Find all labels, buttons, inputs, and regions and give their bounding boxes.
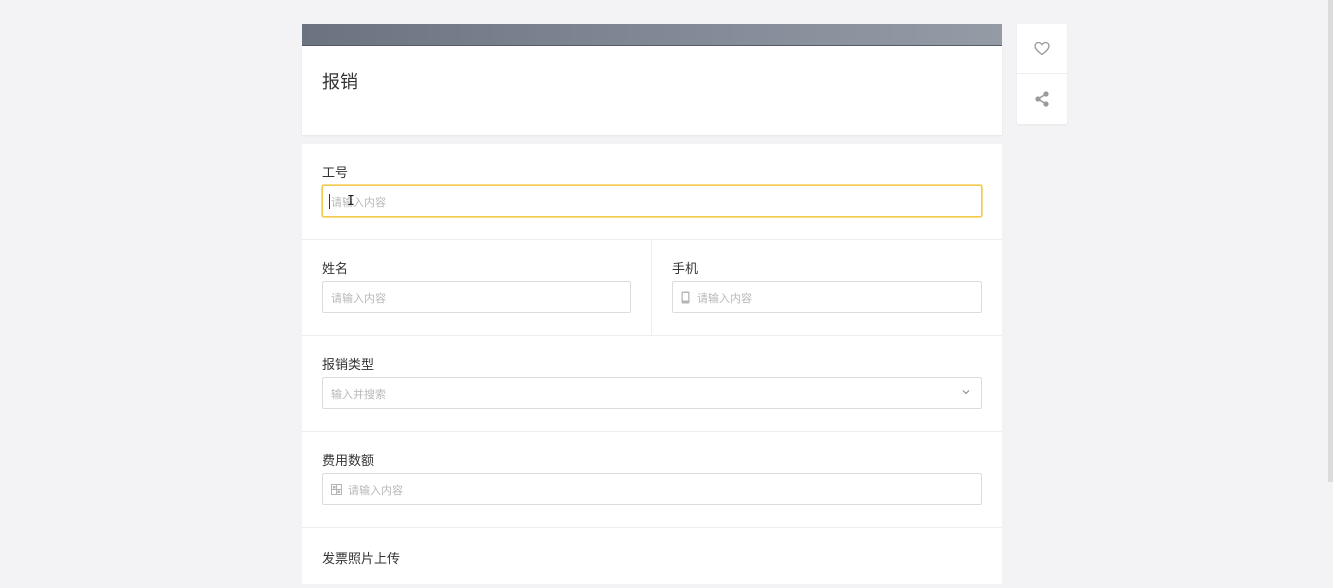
phone-icon (681, 291, 690, 304)
employee-id-label: 工号 (322, 166, 349, 181)
number-icon (331, 484, 342, 495)
type-placeholder: 输入并搜索 (331, 388, 386, 401)
name-input[interactable]: 请输入内容 (322, 281, 631, 313)
form-title: 报销 (322, 72, 358, 93)
amount-label: 费用数额 (322, 454, 375, 469)
employee-id-input[interactable]: 请输入内容 I (322, 185, 982, 217)
side-actions (1017, 24, 1067, 124)
phone-input[interactable]: 请输入内容 (672, 281, 982, 313)
ibeam-cursor-icon: I (347, 194, 355, 209)
chevron-down-icon (962, 390, 970, 395)
name-label: 姓名 (322, 262, 349, 277)
name-phone-row: 姓名 请输入内容 手机 请输入内容 (302, 240, 1002, 336)
type-label: 报销类型 (322, 358, 375, 373)
form-banner (302, 24, 1002, 46)
type-select[interactable]: 输入并搜索 (322, 377, 982, 409)
form-header: 报销 (302, 46, 1002, 135)
type-row: 报销类型 输入并搜索 (302, 336, 1002, 432)
phone-placeholder: 请输入内容 (697, 292, 752, 305)
heart-icon (1034, 41, 1050, 56)
share-button[interactable] (1017, 74, 1067, 123)
employee-id-row: 工号 请输入内容 I (302, 144, 1002, 240)
page-scrollbar[interactable] (1328, 0, 1333, 482)
column-divider (651, 240, 652, 335)
invoice-row: 发票照片上传 (302, 528, 1002, 588)
share-icon (1035, 90, 1049, 107)
invoice-label: 发票照片上传 (322, 552, 401, 567)
text-caret (329, 194, 330, 209)
amount-input[interactable]: 请输入内容 (322, 473, 982, 505)
form-body: 工号 请输入内容 I 姓名 请输入内容 手机 请输入内容 报销类型 输入并搜索 … (302, 144, 1002, 584)
form-container: 报销 工号 请输入内容 I 姓名 请输入内容 手机 请输入内容 报销类型 输入并… (302, 24, 1002, 584)
name-placeholder: 请输入内容 (331, 292, 386, 305)
amount-placeholder: 请输入内容 (348, 484, 403, 497)
amount-row: 费用数额 请输入内容 (302, 432, 1002, 528)
phone-label: 手机 (672, 262, 699, 277)
employee-id-placeholder: 请输入内容 (331, 196, 386, 209)
like-button[interactable] (1017, 24, 1067, 74)
